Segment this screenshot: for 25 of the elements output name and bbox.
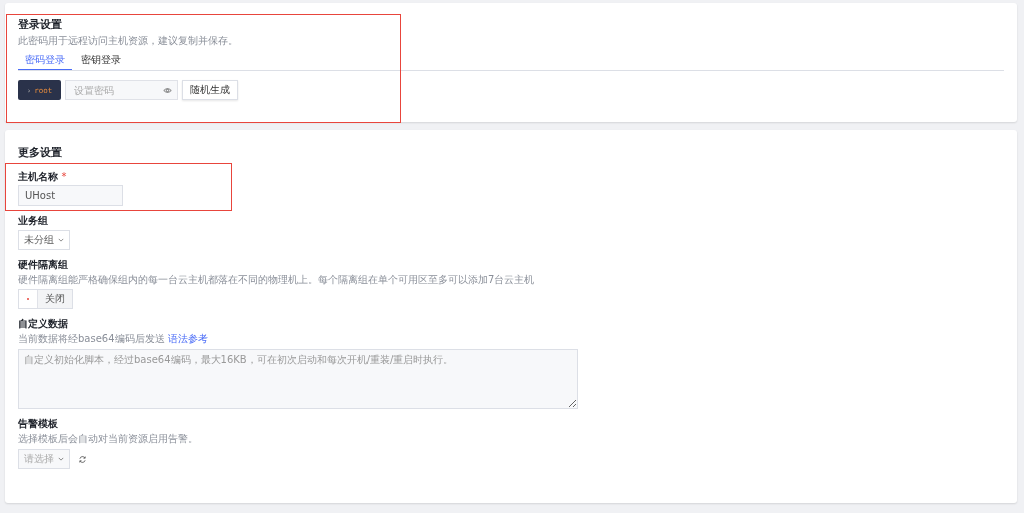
caret-icon — [58, 238, 64, 242]
section-title: 更多设置 — [18, 146, 63, 160]
field-label: 业务组 — [18, 214, 48, 227]
hostname-field[interactable]: UHost — [18, 185, 123, 206]
section-title: 登录设置 — [18, 18, 63, 32]
login-tab[interactable]: 密码登录 — [18, 50, 72, 70]
eye-icon[interactable] — [163, 85, 172, 95]
caret-icon — [58, 457, 64, 461]
syntax-link[interactable]: 语法参考 — [167, 333, 208, 344]
refresh-icon[interactable] — [78, 454, 87, 464]
group-select[interactable]: 未分组 — [18, 230, 70, 250]
login-tab[interactable]: 密钥登录 — [74, 50, 128, 70]
field-description: 当前数据将经base64编码后发送 — [18, 333, 165, 344]
field-label: 自定义数据 — [18, 317, 68, 330]
password-field[interactable]: 设置密码 — [65, 80, 178, 100]
field-label: 硬件隔离组 — [18, 258, 68, 271]
field-label: 主机名称 — [18, 171, 58, 182]
section-description: 此密码用于远程访问主机资源，建议复制并保存。 — [18, 34, 239, 47]
userdata-field[interactable]: 自定义初始化脚本，经过base64编码，最大16KB，可在初次启动和每次开机/重装/重启时执行。 — [18, 349, 578, 409]
generate-button[interactable]: 随机生成 — [182, 80, 238, 100]
field-description: 硬件隔离组能严格确保组内的每一台云主机都落在不同的物理机上。每个隔离组在单个可用区至多可以添加7台云主机 — [18, 273, 536, 286]
isolation-toggle[interactable]: 关闭 — [18, 289, 73, 309]
field-label: 告警模板 — [18, 417, 58, 430]
field-description: 选择模板后会自动对当前资源启用告警。 — [18, 432, 199, 445]
required-mark: * — [61, 171, 67, 182]
